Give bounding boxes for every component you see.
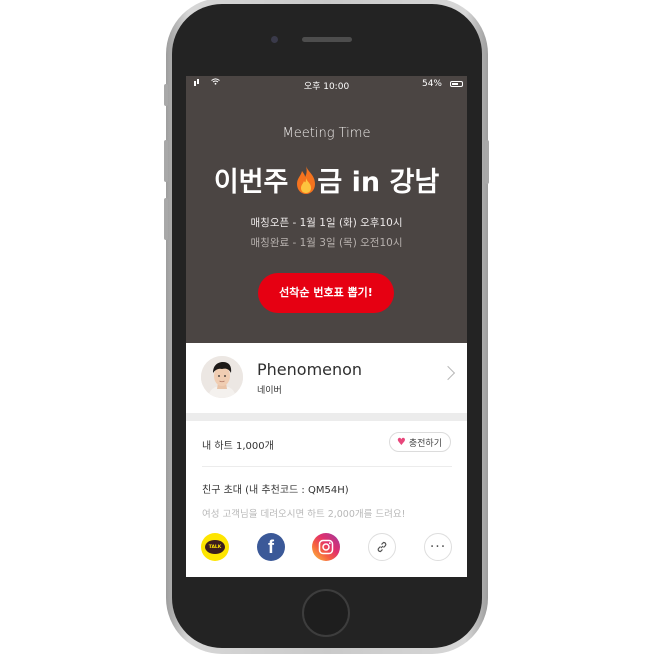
battery-percent: 54%: [421, 79, 442, 89]
divider: [202, 466, 452, 467]
facebook-share-button[interactable]: f: [257, 533, 285, 561]
link-icon: [377, 541, 387, 553]
instagram-share-button[interactable]: [312, 533, 340, 561]
volume-down-button: [164, 198, 168, 240]
facebook-icon: f: [268, 536, 274, 557]
hero-subtitle: Meeting Time: [282, 126, 371, 141]
section-divider: [186, 413, 467, 421]
copy-link-button[interactable]: [368, 533, 396, 561]
power-button: [485, 140, 489, 184]
more-icon: ···: [429, 539, 447, 555]
more-share-button[interactable]: ···: [424, 533, 452, 561]
earpiece-speaker: [302, 37, 352, 42]
front-camera: [271, 36, 278, 43]
status-bar: 오후 10:00 54%: [186, 76, 467, 94]
kakaotalk-share-button[interactable]: TALK: [201, 533, 229, 561]
mute-switch: [164, 84, 168, 106]
get-queue-number-button[interactable]: 선착순 번호표 뽑기!: [258, 273, 394, 313]
hero-title-prefix: 이번주: [213, 167, 289, 198]
volume-up-button: [164, 140, 168, 182]
charge-hearts-button[interactable]: ♥ 충전하기: [388, 432, 451, 452]
hero-title-rest: 금 in 강남: [295, 160, 439, 199]
invite-title: 친구 초대 (내 추천코드 : QM54H): [202, 485, 349, 496]
chevron-right-icon: [440, 365, 456, 381]
heart-balance-row: 내 하트 1,000개 ♥ 충전하기: [186, 421, 467, 466]
matching-open-time: 매칭오픈 - 1월 1일 (화) 오후10시: [250, 217, 403, 229]
avatar: [201, 356, 243, 398]
hero-title: 이번주 금 in 강남: [186, 160, 467, 199]
home-button[interactable]: [302, 589, 350, 637]
heart-icon: ♥: [396, 436, 406, 448]
hero-title-suffix: 금 in 강남: [317, 167, 440, 198]
meeting-hero: 오후 10:00 54% Meeting Time 이번주 금 in 강남 매칭…: [186, 76, 467, 343]
profile-company: 네이버: [257, 386, 282, 396]
fire-icon: [297, 165, 316, 194]
invite-promo: 여성 고객님을 데려오시면 하트 2,000개를 드려요!: [202, 509, 406, 520]
matching-close-time: 매칭완료 - 1월 3일 (목) 오전10시: [250, 237, 403, 249]
kakaotalk-icon: TALK: [205, 540, 225, 554]
instagram-icon: [318, 539, 334, 555]
charge-hearts-label: 충전하기: [408, 438, 442, 449]
profile-card[interactable]: Phenomenon 네이버: [186, 343, 467, 413]
heart-balance: 내 하트 1,000개: [202, 441, 274, 452]
profile-name: Phenomenon: [257, 360, 363, 379]
battery-icon: [450, 81, 463, 87]
app-screen: 오후 10:00 54% Meeting Time 이번주 금 in 강남 매칭…: [186, 76, 467, 577]
